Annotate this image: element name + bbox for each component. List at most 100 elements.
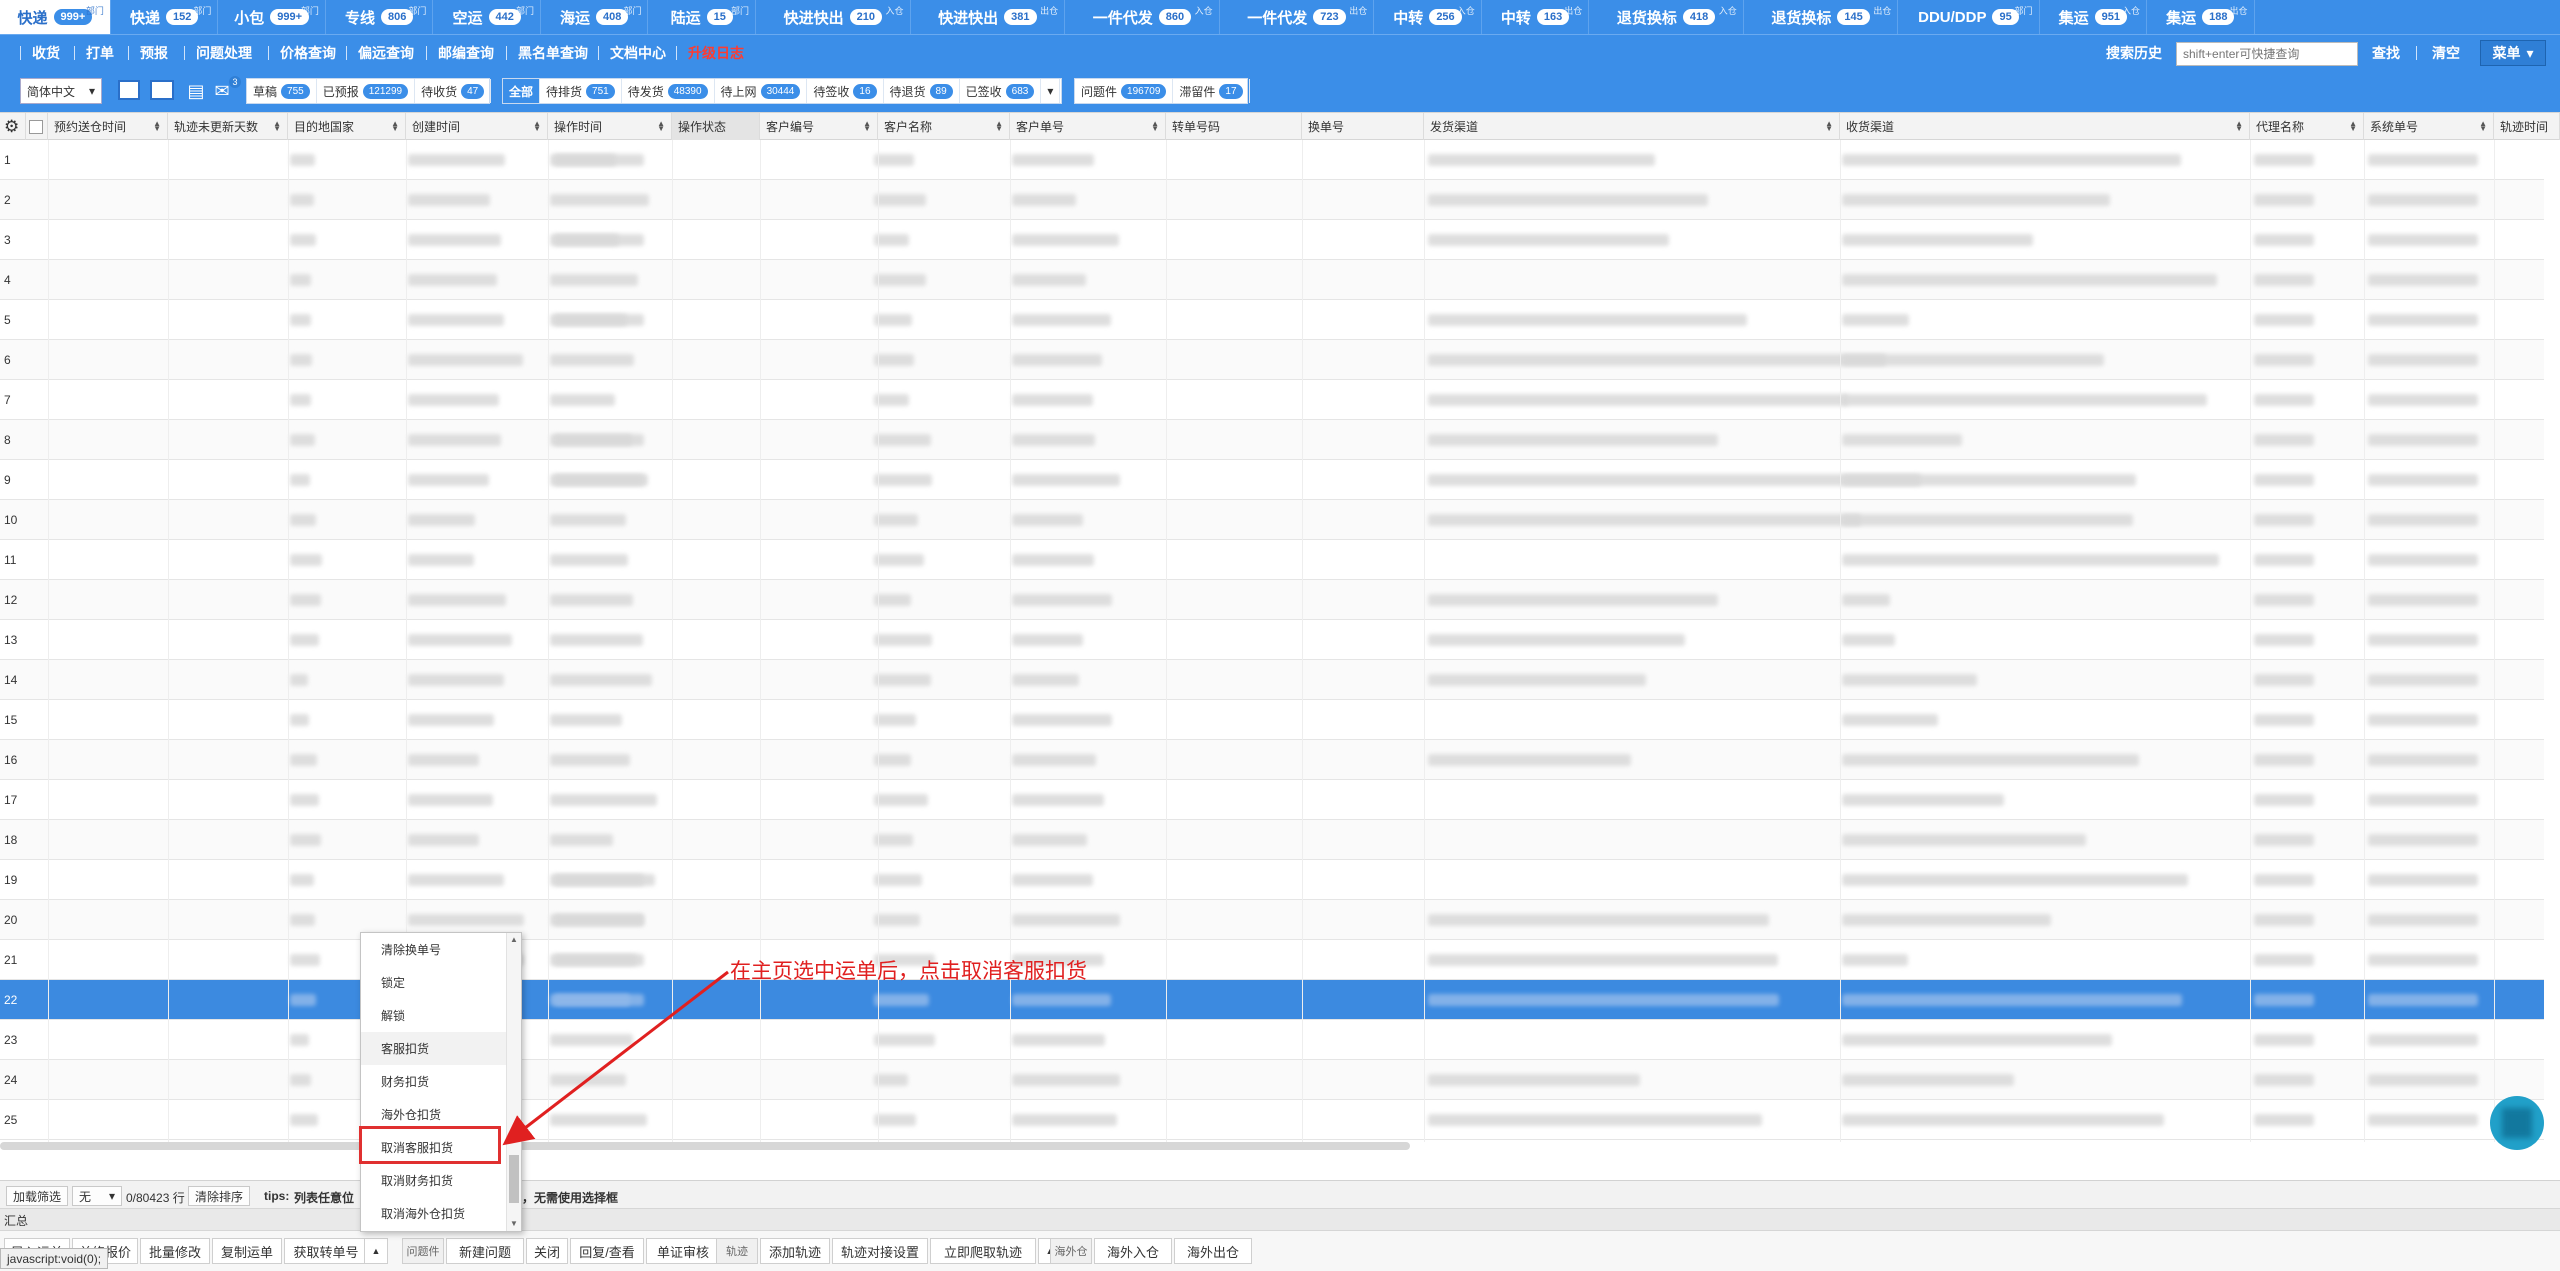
horizontal-scrollbar[interactable] [0, 1142, 1410, 1150]
table-row[interactable]: 2 [0, 180, 2544, 220]
sort-icon[interactable]: ▲ ▼ [863, 120, 871, 133]
column-header[interactable]: 收货渠道 ▲ ▼ [1840, 113, 2250, 140]
language-select[interactable]: 简体中文 ▾ [20, 78, 102, 104]
status-filter-button[interactable]: 滞留件 17 [1173, 79, 1250, 103]
module-tab[interactable]: 快递 999+ 部门 [0, 0, 111, 34]
module-tab[interactable]: 小包 999+ 部门 [218, 0, 326, 34]
table-row[interactable]: 18 [0, 820, 2544, 860]
sort-icon[interactable]: ▲ ▼ [1825, 120, 1833, 133]
sort-icon[interactable]: ▲ ▼ [391, 120, 399, 133]
load-filter-button[interactable]: 加载筛选 [6, 1186, 69, 1206]
scroll-down-icon[interactable]: ▼ [510, 1219, 518, 1228]
menu-item[interactable]: 偏远查询 [358, 35, 414, 71]
action-button[interactable]: 新建问题 [446, 1238, 524, 1264]
select-all-checkbox[interactable] [29, 119, 43, 134]
menu-item[interactable]: 价格查询 [280, 35, 336, 71]
dropdown-menu-item[interactable]: 客服扣货 [361, 1032, 507, 1065]
full-view-icon[interactable] [150, 80, 174, 100]
table-row[interactable]: 3 [0, 220, 2544, 260]
action-button[interactable]: 获取转单号 [284, 1238, 368, 1264]
table-row[interactable]: 9 [0, 460, 2544, 500]
action-button[interactable]: 回复/查看 [570, 1238, 644, 1264]
menu-item[interactable]: 预报 [140, 35, 168, 71]
column-header[interactable]: 创建时间 ▲ ▼ [406, 113, 548, 140]
sort-icon[interactable]: ▲ ▼ [657, 120, 665, 133]
menu-item[interactable]: 邮编查询 [438, 35, 494, 71]
status-filter-button[interactable]: 已签收 683 [960, 79, 1042, 103]
column-header[interactable]: 代理名称 ▲ ▼ [2250, 113, 2364, 140]
module-tab[interactable]: 中转 256 入仓 [1374, 0, 1482, 34]
module-tab[interactable]: 集运 188 出仓 [2147, 0, 2255, 34]
sort-icon[interactable]: ▲ ▼ [1151, 120, 1159, 133]
module-tab[interactable]: DDU/DDP 95 部门 [1898, 0, 2040, 34]
module-tab[interactable]: 退货换标 418 入仓 [1589, 0, 1744, 34]
menu-item[interactable]: 黑名单查询 [518, 35, 588, 71]
action-button[interactable]: 海外出仓 [1174, 1238, 1252, 1264]
select-all[interactable] [26, 113, 48, 140]
dropdown-menu-item[interactable]: 解锁 [361, 999, 507, 1032]
status-filter-button[interactable]: 已预报 121299 [317, 79, 416, 103]
column-header[interactable]: 换单号 [1302, 113, 1424, 140]
table-row[interactable]: 16 [0, 740, 2544, 780]
status-filter-button[interactable]: 待发货 48390 [622, 79, 715, 103]
module-tab[interactable]: 集运 951 入仓 [2040, 0, 2148, 34]
upgrade-log-link[interactable]: 升级日志 [688, 35, 744, 71]
search-history-button[interactable]: 搜索历史 [2106, 35, 2162, 71]
document-icon[interactable]: ▤ [186, 80, 206, 102]
table-row[interactable]: 17 [0, 780, 2544, 820]
column-header[interactable]: 预约送仓时间 ▲ ▼ [48, 113, 168, 140]
dropdown-menu-item[interactable]: 取消海外仓扣货 [361, 1197, 507, 1230]
module-tab[interactable]: 海运 408 部门 [541, 0, 649, 34]
column-header[interactable]: 目的地国家 ▲ ▼ [288, 113, 406, 140]
table-row[interactable]: 7 [0, 380, 2544, 420]
action-button[interactable]: 关闭 [526, 1238, 568, 1264]
column-header[interactable]: 客户名称 ▲ ▼ [878, 113, 1010, 140]
table-row[interactable]: 4 [0, 260, 2544, 300]
sort-icon[interactable]: ▲ ▼ [995, 120, 1003, 133]
sort-icon[interactable]: ▲ ▼ [273, 120, 281, 133]
module-tab[interactable]: 快递 152 部门 [111, 0, 219, 34]
table-row[interactable]: 5 [0, 300, 2544, 340]
chevron-down-icon[interactable]: ▾ [1041, 79, 1061, 103]
dropdown-menu-item[interactable]: 清除换单号 [361, 933, 507, 966]
column-header[interactable]: 轨迹时间 [2494, 113, 2560, 140]
main-menu-button[interactable]: 菜单 ▾ [2480, 40, 2546, 66]
module-tab[interactable]: 一件代发 723 出仓 [1220, 0, 1375, 34]
column-header[interactable]: 轨迹未更新天数 ▲ ▼ [168, 113, 288, 140]
dropdown-scrollbar[interactable]: ▲ ▼ [506, 933, 521, 1231]
table-row[interactable]: 6 [0, 340, 2544, 380]
quick-search-input[interactable] [2176, 42, 2358, 66]
menu-item[interactable]: 打单 [86, 35, 114, 71]
column-header[interactable]: 转单号码 [1166, 113, 1302, 140]
split-view-icon[interactable] [118, 80, 140, 100]
table-row[interactable]: 15 [0, 700, 2544, 740]
more-actions-toggle[interactable]: ▲ [364, 1238, 388, 1264]
module-tab[interactable]: 一件代发 860 入仓 [1065, 0, 1220, 34]
sort-icon[interactable]: ▲ ▼ [533, 120, 541, 133]
module-tab[interactable]: 退货换标 145 出仓 [1744, 0, 1899, 34]
module-tab[interactable]: 快进快出 210 入仓 [756, 0, 911, 34]
action-button[interactable]: 单证审核 [646, 1238, 720, 1264]
table-row[interactable]: 8 [0, 420, 2544, 460]
status-filter-button[interactable]: 待退货 89 [884, 79, 960, 103]
sort-icon[interactable]: ▲ ▼ [2479, 120, 2487, 133]
status-filter-button[interactable]: 草稿 755 [247, 79, 317, 103]
status-filter-button[interactable]: 待排货 751 [540, 79, 622, 103]
menu-item[interactable]: 收货 [32, 35, 60, 71]
status-filter-button[interactable]: 全部 [503, 79, 541, 103]
action-button[interactable]: 批量修改 [140, 1238, 210, 1264]
column-header[interactable]: 操作状态 [672, 113, 760, 140]
module-tab[interactable]: 中转 163 出仓 [1482, 0, 1590, 34]
table-row[interactable]: 1 [0, 140, 2544, 180]
table-row[interactable]: 19 [0, 860, 2544, 900]
clear-sort-button[interactable]: 清除排序 [188, 1186, 251, 1206]
action-button[interactable]: 添加轨迹 [760, 1238, 830, 1264]
action-button[interactable]: 轨迹对接设置 [832, 1238, 928, 1264]
table-row[interactable]: 10 [0, 500, 2544, 540]
action-button[interactable]: 复制运单 [212, 1238, 282, 1264]
table-row[interactable]: 11 [0, 540, 2544, 580]
sort-icon[interactable]: ▲ ▼ [153, 120, 161, 133]
column-header[interactable]: 客户编号 ▲ ▼ [760, 113, 878, 140]
status-filter-button[interactable]: 待收货 47 [415, 79, 492, 103]
module-tab[interactable]: 陆运 15 部门 [648, 0, 756, 34]
